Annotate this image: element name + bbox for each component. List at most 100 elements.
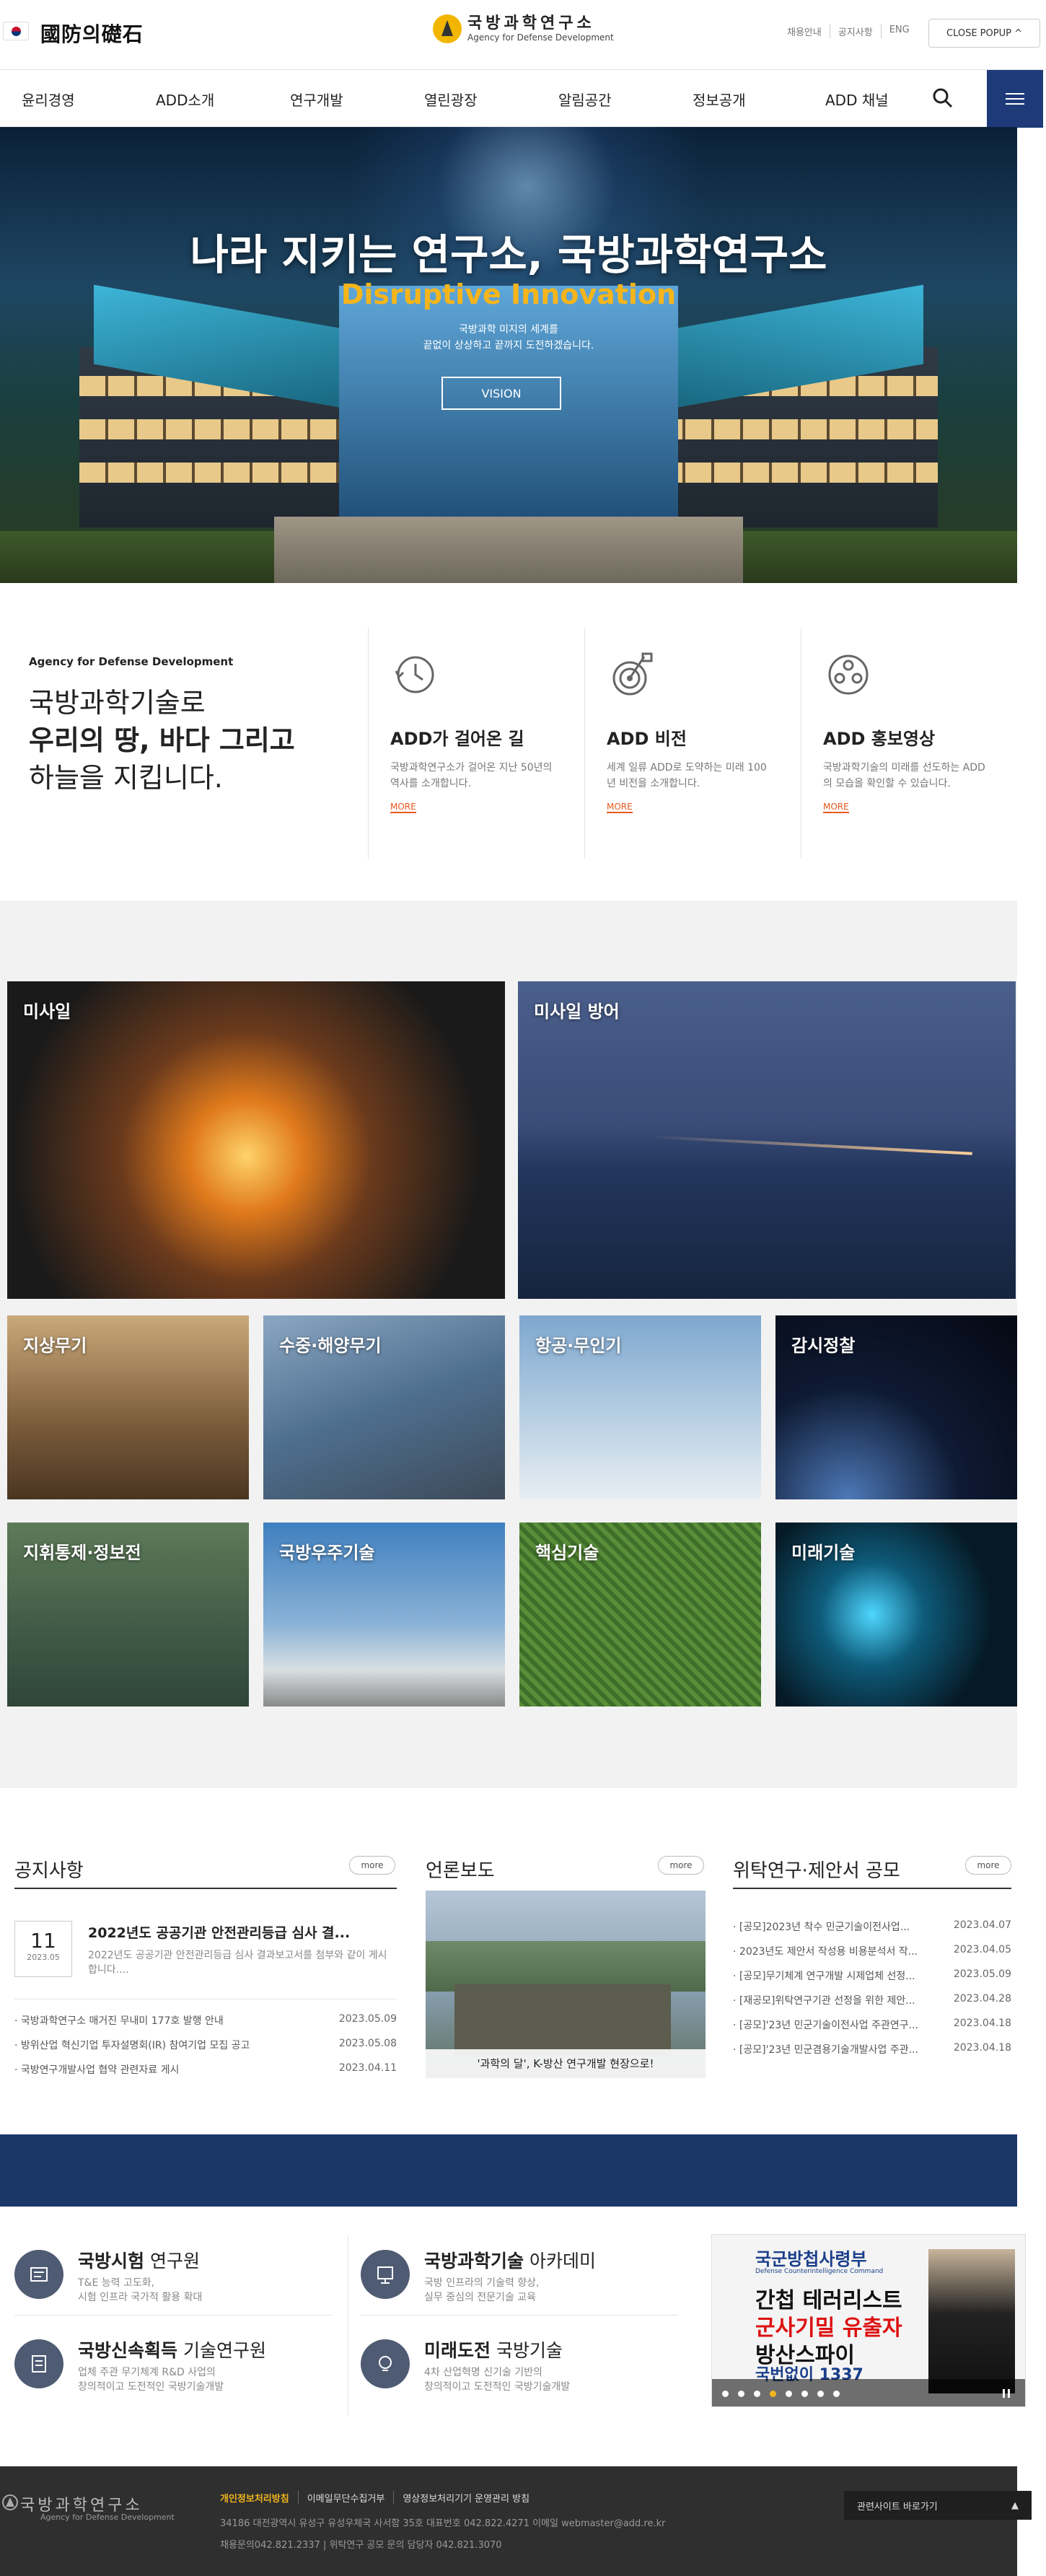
history-card[interactable]: ADD가 걸어온 길 국방과학연구소가 걸어온 지난 50년의 역사를 소개합니…: [368, 628, 584, 859]
tile-surveillance[interactable]: 감시정찰: [775, 1315, 1017, 1499]
notice-row[interactable]: · 방위산업 혁신기업 투자설명회(IR) 참여기업 모집 공고 2023.05.…: [14, 2038, 397, 2052]
banner-dot[interactable]: [754, 2391, 760, 2397]
privacy-policy-link[interactable]: 개인정보처리방침: [220, 2491, 298, 2505]
banner-dot[interactable]: [833, 2391, 840, 2397]
pr-video-more-link[interactable]: MORE: [823, 802, 849, 813]
slogan-logo[interactable]: 國防의礎石: [40, 19, 144, 48]
nav-item-about[interactable]: ADD소개: [156, 89, 214, 110]
korea-flag-icon: [3, 22, 29, 40]
notices-more-button[interactable]: more: [349, 1856, 395, 1875]
vision-card-title: ADD 비전: [607, 729, 687, 749]
featured-date: 11 2023.05: [14, 1921, 72, 1977]
util-link-english[interactable]: ENG: [880, 25, 918, 38]
tile-ground-weapons[interactable]: 지상무기: [7, 1315, 249, 1499]
footer-emblem-icon: [2, 2494, 18, 2510]
contract-row[interactable]: · [재공모]위탁연구기관 선정을 위한 제안... 2023.04.28: [733, 1993, 1011, 2007]
contract-row[interactable]: · [공모]'23년 민군기술이전사업 주관연구... 2023.04.18: [733, 2018, 1011, 2032]
nav-item-open-square[interactable]: 열린광장: [424, 89, 478, 110]
related-sites-label: 관련사이트 바로가기: [857, 2501, 938, 2513]
brand-name-ko: 국방과학연구소: [467, 14, 595, 32]
service-title: 미래도전 국방기술: [424, 2340, 563, 2361]
contract-row[interactable]: · 2023년도 제안서 작성용 비용분석서 작... 2023.04.05: [733, 1944, 1011, 1958]
tile-missile-defense[interactable]: 미사일 방어: [518, 981, 1016, 1299]
util-link-notices[interactable]: 공지사항: [829, 25, 881, 38]
press-caption[interactable]: '과학의 달', K-방산 연구개발 현장으로!: [426, 2049, 706, 2078]
banner-dot[interactable]: [738, 2391, 744, 2397]
tile-surveillance-label: 감시정찰: [791, 1336, 856, 1356]
contract-divider: [733, 1888, 1011, 1889]
main-navigation: 윤리경영 ADD소개 연구개발 열린광장 알림공간 정보공개 ADD 채널: [0, 69, 1046, 128]
tile-aerospace-uav[interactable]: 항공·무인기: [519, 1315, 761, 1499]
service-desc: 업체 주관 무기체계 R&D 사업의 창의적이고 도전적인 국방기술개발: [78, 2367, 224, 2393]
footer-contact: 채용문의042.821.2337 | 위탁연구 공모 문의 담당자 042.82…: [220, 2540, 502, 2551]
plaza: [274, 517, 743, 583]
banner-dot[interactable]: [786, 2391, 792, 2397]
tile-missile-label: 미사일: [23, 1002, 71, 1022]
banner-org: 국군방첩사령부: [755, 2249, 867, 2269]
history-clock-icon: [395, 656, 434, 693]
banner-controls: [712, 2379, 1025, 2406]
pause-icon[interactable]: [1001, 2388, 1012, 2399]
tile-naval-weapons[interactable]: 수중·해양무기: [263, 1315, 505, 1499]
contract-more-button[interactable]: more: [965, 1856, 1011, 1875]
featured-notice-title[interactable]: 2022년도 공공기관 안전관리등급 심사 결...: [88, 1922, 391, 1942]
email-refusal-link[interactable]: 이메일무단수집거부: [297, 2491, 394, 2505]
academy-icon: [361, 2250, 410, 2299]
nav-item-ethics[interactable]: 윤리경영: [22, 89, 75, 110]
tile-missile[interactable]: 미사일: [7, 981, 505, 1299]
related-sites-select[interactable]: 관련사이트 바로가기 ▲: [844, 2491, 1032, 2520]
history-card-desc: 국방과학연구소가 걸어온 지난 50년의 역사를 소개합니다.: [390, 762, 553, 789]
vision-more-link[interactable]: MORE: [607, 802, 633, 813]
tile-c4i[interactable]: 지휘통제·정보전: [7, 1523, 249, 1707]
brand-name-en: Agency for Defense Development: [467, 32, 614, 43]
banner-dot[interactable]: [801, 2391, 808, 2397]
banner-dot-active[interactable]: [770, 2391, 776, 2397]
missile-trail: [648, 1135, 972, 1155]
util-link-careers[interactable]: 채용안내: [779, 25, 830, 38]
contract-row[interactable]: · [공모]무기체계 연구개발 시제업체 선정... 2023.05.09: [733, 1968, 1011, 1983]
counterintel-banner[interactable]: 국군방첩사령부 Defense Counterintelligence Comm…: [711, 2234, 1026, 2407]
contract-row[interactable]: · [공모]2023년 착수 민군기술이전사업... 2023.04.07: [733, 1919, 1011, 1934]
nav-item-rnd[interactable]: 연구개발: [290, 89, 343, 110]
future-challenge-icon: [361, 2339, 410, 2388]
search-icon[interactable]: [931, 86, 955, 110]
about-heading-line3: 하늘을 지킵니다.: [29, 762, 223, 794]
featured-day: 11: [30, 1929, 56, 1953]
utility-links: 채용안내 공지사항 ENG: [779, 25, 918, 38]
banner-dot[interactable]: [722, 2391, 729, 2397]
tile-aerospace-uav-label: 항공·무인기: [535, 1336, 622, 1356]
hamburger-menu-button[interactable]: [987, 70, 1043, 128]
service-rapid-acquisition[interactable]: 국방신속획득 기술연구원 업체 주관 무기체계 R&D 사업의 창의적이고 도전적…: [14, 2329, 332, 2401]
pr-video-card[interactable]: ADD 홍보영상 국방과학기술의 미래를 선도하는 ADD의 모습을 확인할 수…: [801, 628, 1017, 859]
banner-person-image: [928, 2249, 1015, 2393]
hero-desc-line2: 끝없이 상상하고 끝까지 도전하겠습니다.: [423, 340, 594, 351]
hamburger-icon: [1006, 89, 1024, 108]
service-test-institute[interactable]: 국방시험 연구원 T&E 능력 고도화, 시험 인프라 국가적 활용 확대: [14, 2240, 332, 2312]
tile-future-tech-label: 미래기술: [791, 1543, 856, 1563]
cctv-policy-link[interactable]: 영상정보처리기기 운영관리 방침: [393, 2491, 538, 2505]
vision-button[interactable]: VISION: [441, 377, 561, 410]
history-more-link[interactable]: MORE: [390, 802, 416, 813]
pr-video-card-title: ADD 홍보영상: [823, 729, 936, 749]
about-eyebrow: Agency for Defense Development: [29, 655, 234, 668]
vision-card[interactable]: ADD 비전 세계 일류 ADD로 도약하는 미래 100년 비전을 소개합니다…: [584, 628, 801, 859]
tile-future-tech[interactable]: 미래기술: [775, 1523, 1017, 1707]
press-more-button[interactable]: more: [658, 1856, 704, 1875]
tile-space-tech[interactable]: 국방우주기술: [263, 1523, 505, 1707]
press-photo-vehicle: [454, 1984, 671, 2056]
notice-row[interactable]: · 국방과학연구소 매거진 무내미 177호 발행 안내 2023.05.09: [14, 2013, 397, 2028]
nav-item-news[interactable]: 알림공간: [558, 89, 612, 110]
service-academy[interactable]: 국방과학기술 아카데미 국방 인프라의 기술력 향상, 실무 중심의 전문기술 교…: [361, 2240, 678, 2312]
tile-core-tech[interactable]: 핵심기술: [519, 1523, 761, 1707]
nav-item-channel[interactable]: ADD 채널: [825, 89, 889, 110]
nav-item-disclosure[interactable]: 정보공개: [693, 89, 746, 110]
affiliates-section: 국방시험 연구원 T&E 능력 고도화, 시험 인프라 국가적 활용 확대 국방과…: [0, 2207, 1046, 2466]
contract-row[interactable]: · [공모]'23년 민군겸용기술개발사업 주관... 2023.04.18: [733, 2042, 1011, 2056]
add-logo[interactable]: 국방과학연구소 Agency for Defense Development: [433, 14, 614, 43]
service-future-challenge[interactable]: 미래도전 국방기술 4차 산업혁명 신기술 기반의 창의적이고 도전적인 국방기술…: [361, 2329, 678, 2401]
close-popup-button[interactable]: CLOSE POPUP ^: [928, 19, 1040, 48]
rapid-acquisition-icon: [14, 2339, 63, 2388]
banner-dot[interactable]: [817, 2391, 824, 2397]
notice-row[interactable]: · 국방연구개발사업 협약 관련자료 게시 2023.04.11: [14, 2062, 397, 2077]
service-title: 국방시험 연구원: [78, 2251, 200, 2271]
